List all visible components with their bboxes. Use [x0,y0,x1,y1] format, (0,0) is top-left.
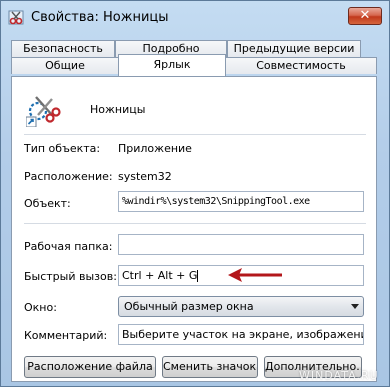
watermark: WINDATA.RU [299,369,379,382]
divider-top [24,134,366,135]
window-title: Свойства: Ножницы [31,10,169,25]
shortcut-name: Ножницы [90,103,146,116]
shortcut-panel: Ножницы Тип объекта: Приложение Располож… [11,76,377,382]
tab-previous-versions[interactable]: Предыдущие версии [227,40,361,57]
target-input[interactable]: %windir%\system32\SnippingTool.exe [118,191,364,212]
comment-input[interactable]: Выберите участок на экране, изображение … [118,324,364,345]
scissors-icon [26,96,61,127]
workdir-input[interactable] [118,234,364,255]
location-value: system32 [118,170,172,183]
tab-security[interactable]: Безопасность [11,40,115,57]
tab-compatibility[interactable]: Совместимость [225,57,377,74]
divider-middle [24,223,366,224]
title-bar[interactable]: Свойства: Ножницы ✕ [1,1,389,35]
properties-window: Свойства: Ножницы ✕ Безопасность Подробн… [0,0,390,387]
hotkey-label: Быстрый вызов: [24,270,117,283]
close-icon: ✕ [359,8,371,23]
change-icon-button[interactable]: Сменить значок... [162,356,258,378]
target-label: Объект: [24,197,71,210]
tab-general[interactable]: Общие [11,57,119,74]
window-mode-label: Окно: [24,301,57,314]
scissors-icon [8,10,24,25]
object-type-value: Приложение [118,142,192,155]
window-mode-value: Обычный размер окна [124,300,254,313]
tab-strip: Безопасность Подробно Предыдущие версии … [1,39,390,79]
file-location-button[interactable]: Расположение файла [24,356,156,378]
annotation-arrow-icon [228,268,282,282]
location-label: Расположение: [24,170,113,183]
hotkey-value: Ctrl + Alt + G [122,269,198,282]
comment-label: Комментарий: [24,329,108,342]
window-mode-select[interactable]: Обычный размер окна [118,296,364,317]
text-caret [197,270,199,282]
object-type-label: Тип объекта: [24,142,101,155]
chevron-down-icon [351,304,359,309]
close-button[interactable]: ✕ [348,7,382,25]
tab-shortcut[interactable]: Ярлык [118,54,226,76]
workdir-label: Рабочая папка: [24,240,113,253]
